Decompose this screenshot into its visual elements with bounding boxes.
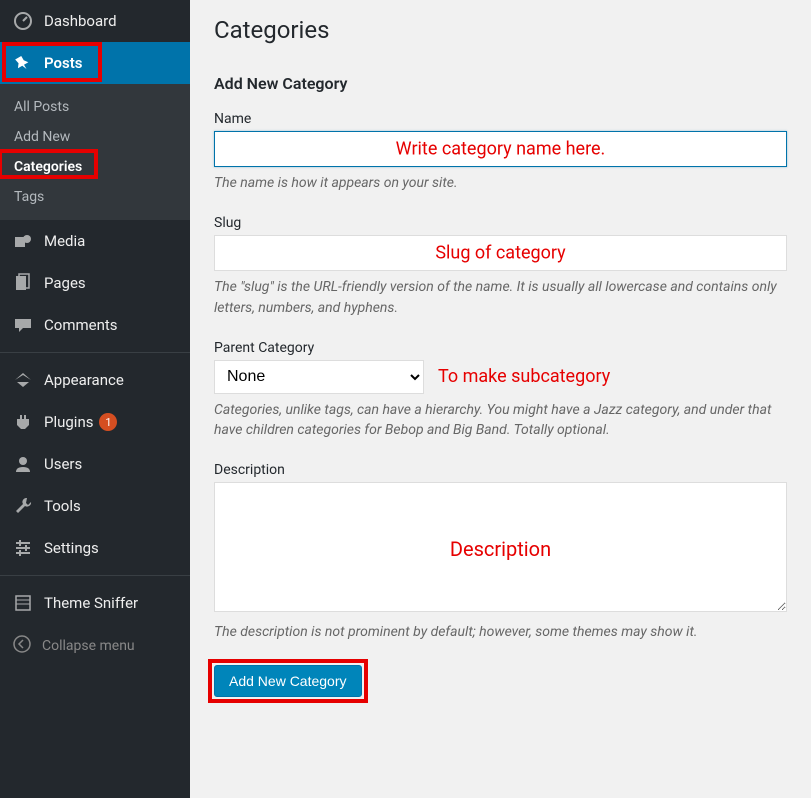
submenu-categories[interactable]: Categories	[0, 152, 190, 182]
add-category-button[interactable]: Add New Category	[214, 665, 362, 697]
sidebar-item-tools[interactable]: Tools	[0, 485, 190, 527]
slug-input[interactable]	[214, 235, 787, 271]
sidebar-item-settings[interactable]: Settings	[0, 527, 190, 569]
sidebar-item-appearance[interactable]: Appearance	[0, 359, 190, 401]
name-label: Name	[214, 111, 787, 127]
plugin-update-badge: 1	[99, 413, 117, 431]
plugins-icon	[12, 411, 34, 433]
slug-help: The "slug" is the URL-friendly version o…	[214, 277, 787, 318]
pin-icon	[12, 52, 34, 74]
sidebar-item-comments[interactable]: Comments	[0, 304, 190, 346]
field-name: Name Write category name here. The name …	[214, 111, 787, 193]
section-heading: Add New Category	[214, 74, 787, 93]
submenu-all-posts[interactable]: All Posts	[0, 92, 190, 122]
parent-annotation: To make subcategory	[438, 366, 610, 387]
admin-sidebar: Dashboard Posts All Posts Add New Catego…	[0, 0, 190, 798]
submenu-add-new[interactable]: Add New	[0, 122, 190, 152]
theme-sniffer-icon	[12, 592, 34, 614]
collapse-icon	[12, 634, 32, 658]
menu-label: Comments	[44, 316, 118, 334]
main-content: Categories Add New Category Name Write c…	[190, 0, 811, 798]
slug-label: Slug	[214, 215, 787, 231]
description-label: Description	[214, 462, 787, 478]
parent-label: Parent Category	[214, 340, 787, 356]
dashboard-icon	[12, 10, 34, 32]
comments-icon	[12, 314, 34, 336]
tools-icon	[12, 495, 34, 517]
page-title: Categories	[214, 16, 787, 44]
menu-label: Theme Sniffer	[44, 594, 138, 612]
sidebar-item-media[interactable]: Media	[0, 220, 190, 262]
menu-label: Users	[44, 455, 82, 473]
collapse-menu[interactable]: Collapse menu	[0, 624, 190, 668]
users-icon	[12, 453, 34, 475]
pages-icon	[12, 272, 34, 294]
menu-label: Appearance	[44, 371, 124, 389]
appearance-icon	[12, 369, 34, 391]
sidebar-item-dashboard[interactable]: Dashboard	[0, 0, 190, 42]
posts-submenu: All Posts Add New Categories Tags	[0, 84, 190, 220]
sidebar-item-posts[interactable]: Posts	[0, 42, 190, 84]
name-input[interactable]	[214, 131, 787, 167]
sidebar-item-users[interactable]: Users	[0, 443, 190, 485]
menu-label: Dashboard	[44, 12, 117, 30]
menu-label: Posts	[44, 54, 82, 72]
parent-help: Categories, unlike tags, can have a hier…	[214, 400, 787, 441]
collapse-label: Collapse menu	[42, 638, 135, 654]
submenu-tags[interactable]: Tags	[0, 182, 190, 212]
description-help: The description is not prominent by defa…	[214, 622, 787, 642]
name-help: The name is how it appears on your site.	[214, 173, 787, 193]
description-textarea[interactable]	[214, 482, 787, 612]
field-parent: Parent Category None To make subcategory…	[214, 340, 787, 441]
menu-label: Pages	[44, 274, 86, 292]
submenu-label: Categories	[14, 159, 82, 175]
menu-label: Settings	[44, 539, 99, 557]
sidebar-item-theme-sniffer[interactable]: Theme Sniffer	[0, 582, 190, 624]
sidebar-item-pages[interactable]: Pages	[0, 262, 190, 304]
parent-select[interactable]: None	[214, 360, 424, 394]
menu-label: Tools	[44, 497, 81, 515]
menu-label: Media	[44, 232, 85, 250]
field-slug: Slug Slug of category The "slug" is the …	[214, 215, 787, 318]
settings-icon	[12, 537, 34, 559]
sidebar-item-plugins[interactable]: Plugins 1	[0, 401, 190, 443]
field-description: Description Description The description …	[214, 462, 787, 642]
media-icon	[12, 230, 34, 252]
menu-label: Plugins	[44, 413, 93, 431]
